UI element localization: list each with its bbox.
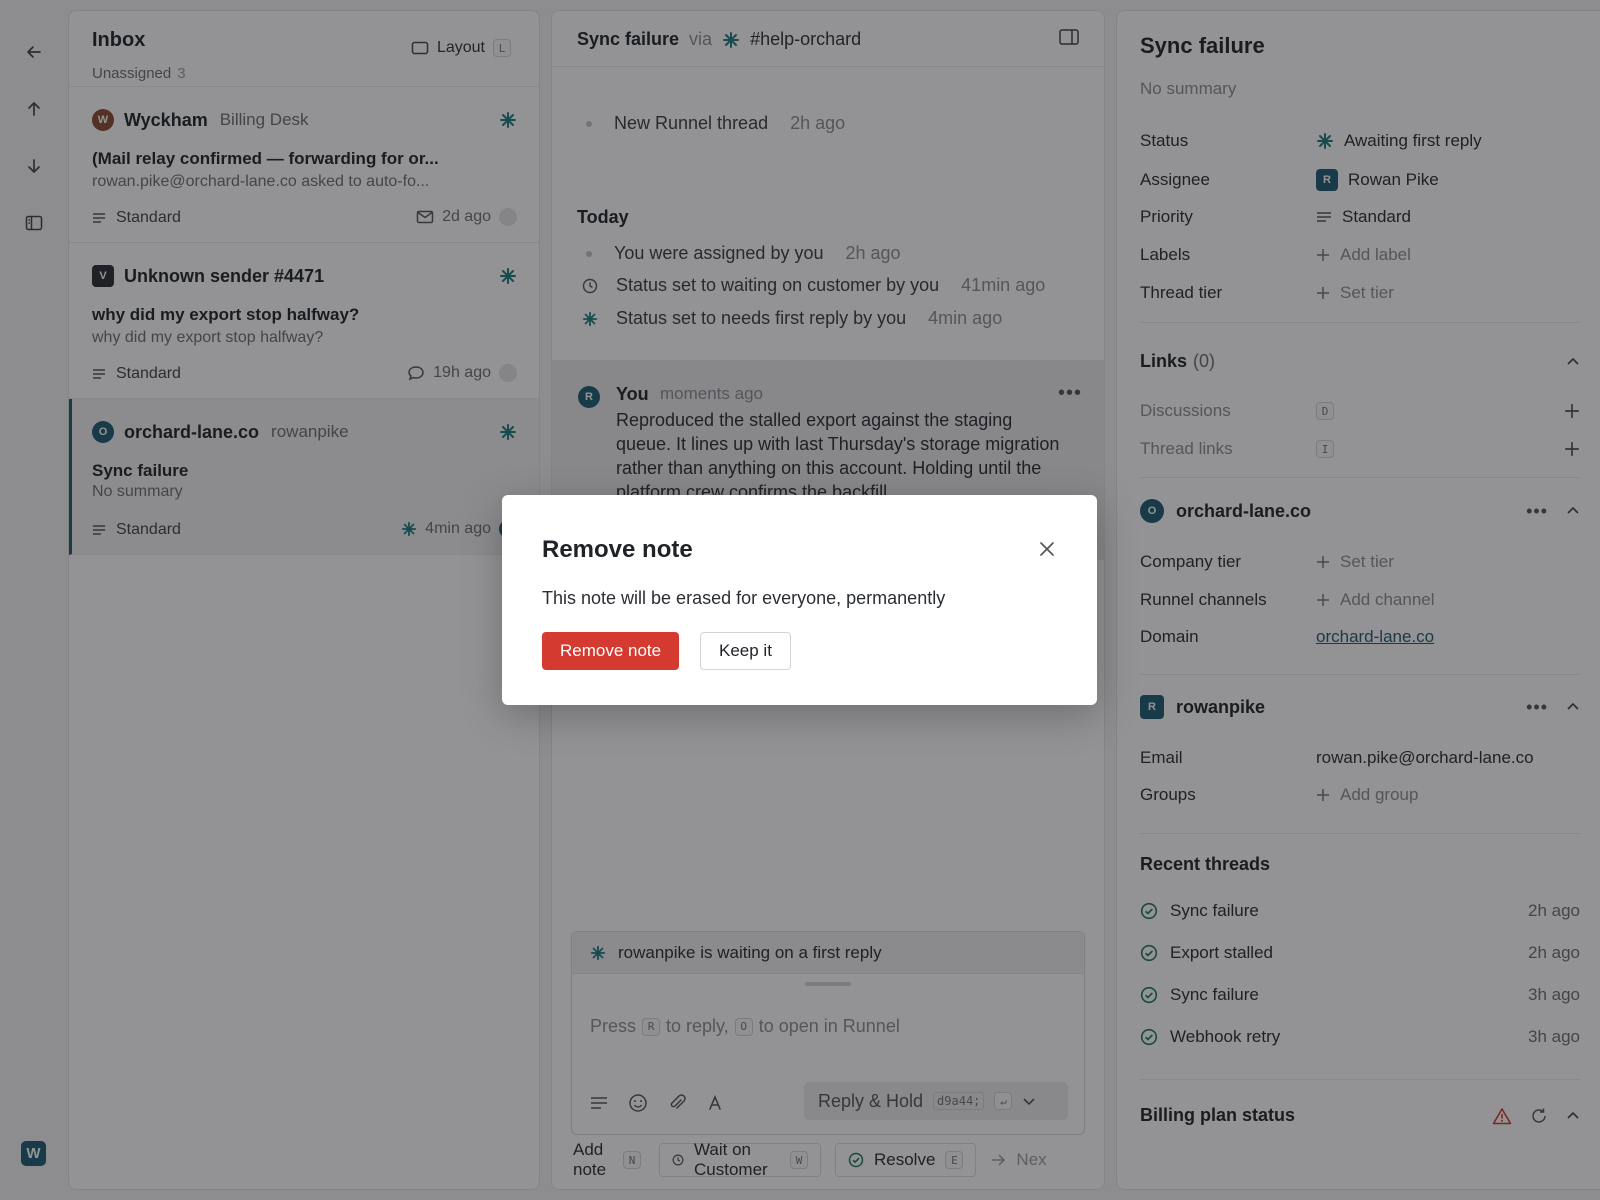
dialog-message: This note will be erased for everyone, p…: [542, 588, 946, 608]
confirm-remove-note-button[interactable]: Remove note: [542, 632, 680, 670]
close-icon[interactable]: [1037, 539, 1057, 559]
dialog-title: Remove note: [542, 536, 693, 563]
keep-note-button[interactable]: Keep it: [700, 632, 791, 670]
remove-note-dialog: Remove note This note will be erased for…: [502, 495, 1097, 705]
